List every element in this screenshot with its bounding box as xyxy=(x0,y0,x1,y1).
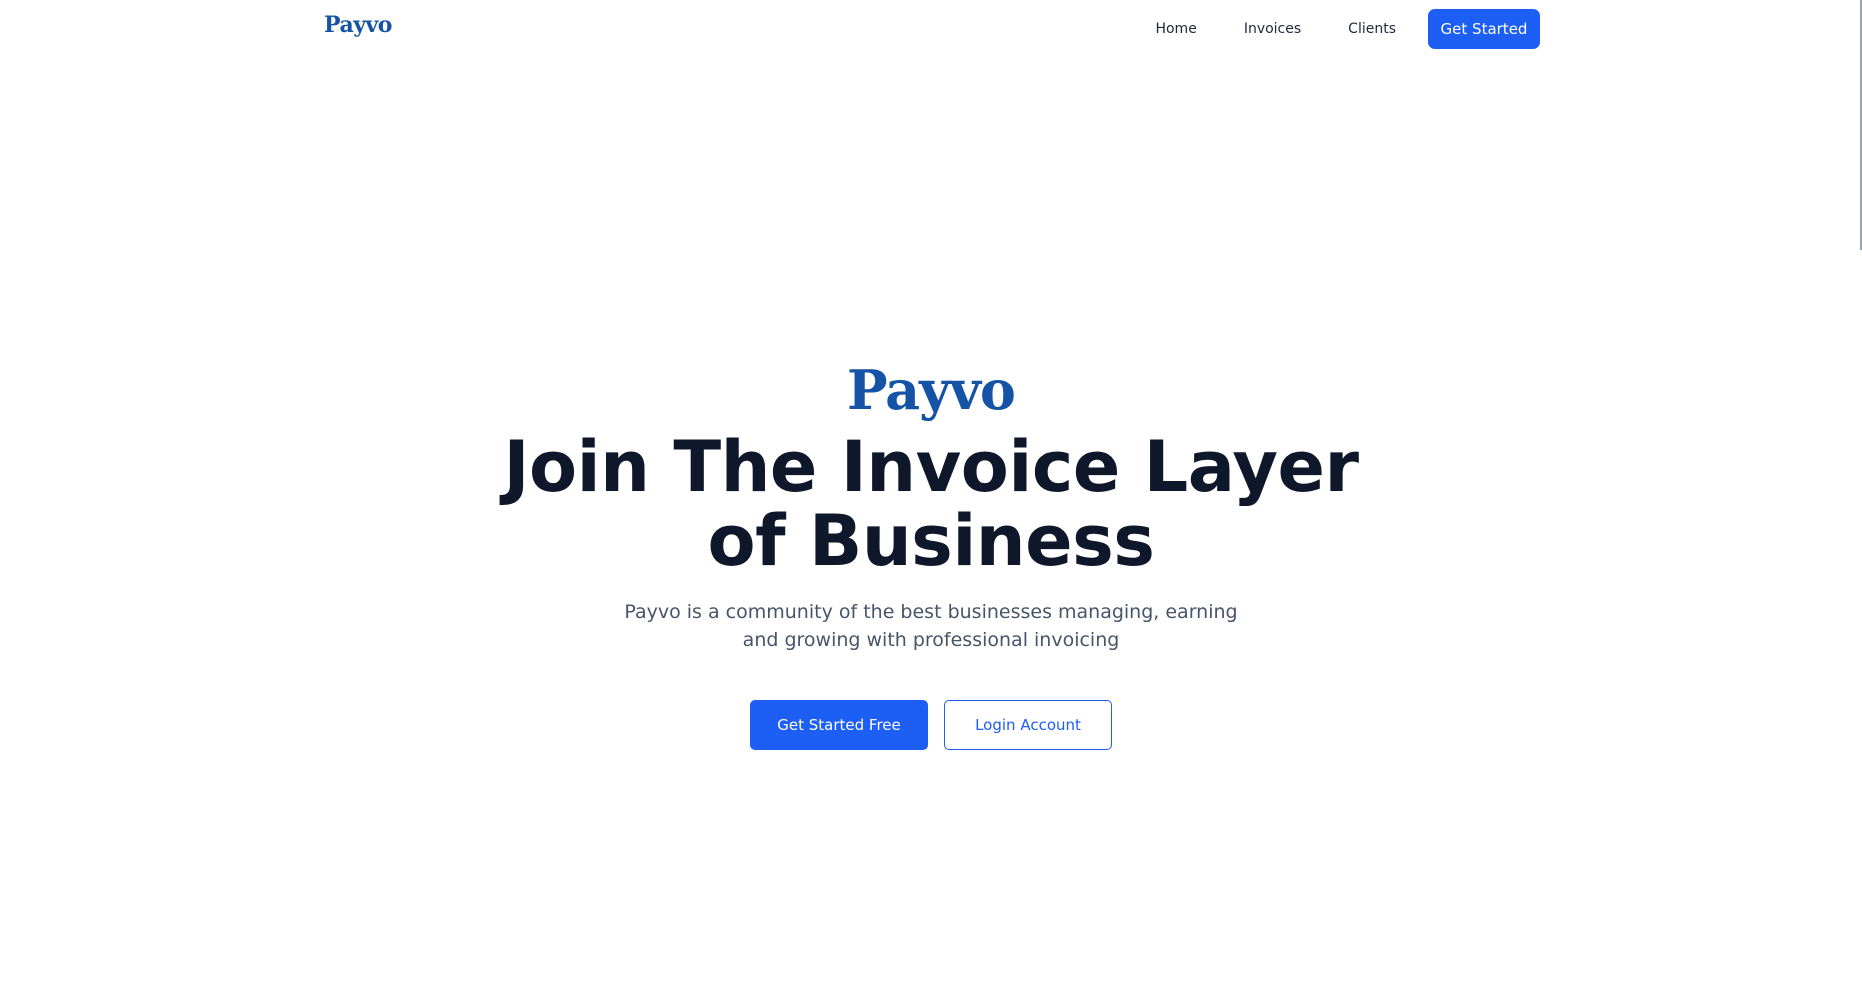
navbar: Payvo Home Invoices Clients Get Started xyxy=(0,0,1862,62)
hero-subtitle: Payvo is a community of the best busines… xyxy=(624,601,1238,651)
nav-link-clients[interactable]: Clients xyxy=(1348,9,1396,49)
hero-section: Payvo Join The Invoice Layer of Business… xyxy=(0,360,1862,750)
hero-actions: Get Started Free Login Account xyxy=(0,700,1862,750)
get-started-free-button[interactable]: Get Started Free xyxy=(750,700,928,750)
nav-logo[interactable]: Payvo xyxy=(324,12,392,38)
hero-title: Join The Invoice Layer of Business xyxy=(503,426,1359,582)
hero-logo: Payvo xyxy=(847,358,1016,422)
login-account-button[interactable]: Login Account xyxy=(944,700,1112,750)
page: Payvo Home Invoices Clients Get Started … xyxy=(0,0,1862,983)
get-started-button[interactable]: Get Started xyxy=(1428,9,1540,49)
nav-links: Home Invoices Clients Get Started xyxy=(1155,9,1540,49)
nav-link-invoices[interactable]: Invoices xyxy=(1244,9,1301,49)
nav-link-home[interactable]: Home xyxy=(1155,9,1196,49)
